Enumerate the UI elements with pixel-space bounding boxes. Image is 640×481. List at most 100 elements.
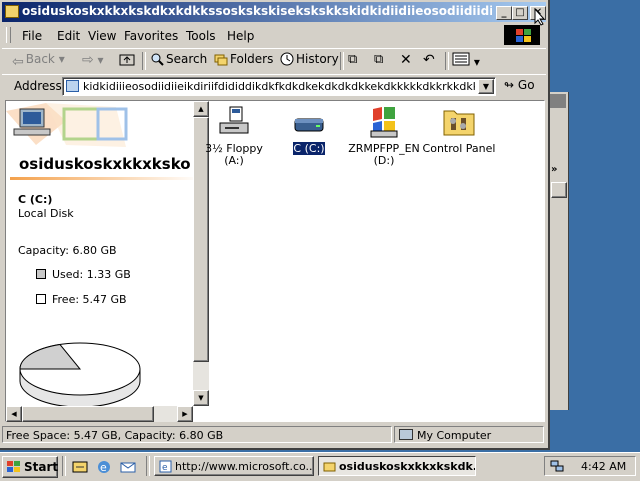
back-button[interactable]: ⇦ Back ▾ xyxy=(12,52,65,70)
folders-icon xyxy=(214,54,228,66)
show-desktop-icon[interactable] xyxy=(72,459,88,475)
address-bar: Address kidkidiiieosodiidiieikdiriifdidi… xyxy=(2,74,546,97)
drive-name: C (C:) xyxy=(18,193,53,206)
network-icon[interactable] xyxy=(550,459,564,473)
status-free-space: Free Space: 5.47 GB, Capacity: 6.80 GB xyxy=(2,426,392,443)
explorer-window: osiduskoskxkkxkskdkxkdkkssoskskskiseksks… xyxy=(0,0,550,450)
search-icon xyxy=(151,53,164,66)
task-button-explorer[interactable]: osiduskoskxkkxkskdk... xyxy=(318,456,476,476)
standard-toolbar: ⇦ Back ▾ ⇨ ▾ Search Folders History ⧉ ⧉ ✕… xyxy=(2,48,546,73)
svg-text:e: e xyxy=(100,461,107,474)
minimize-button[interactable]: _ xyxy=(496,6,512,20)
horizontal-scroll-thumb[interactable] xyxy=(22,406,154,422)
start-button[interactable]: Start xyxy=(2,456,58,478)
internet-explorer-icon[interactable]: e xyxy=(96,459,112,475)
copy-to-button[interactable]: ⧉ xyxy=(374,52,383,67)
status-zone-label: My Computer xyxy=(417,429,492,442)
status-zone: My Computer xyxy=(394,426,544,443)
address-input[interactable]: kidkidiiieosodiidiieikdiriifdididdikdkfk… xyxy=(62,77,496,96)
floppy-drive-item[interactable]: 3½ Floppy (A:) xyxy=(194,105,274,167)
mouse-pointer-icon xyxy=(534,8,546,26)
background-window[interactable]: » xyxy=(548,92,569,410)
background-window-scroll-button[interactable] xyxy=(551,182,567,198)
windows-flag-icon xyxy=(7,461,20,472)
svg-text:e: e xyxy=(162,463,168,473)
task-button-browser[interactable]: e http://www.microsoft.co... xyxy=(154,456,314,476)
hard-disk-icon xyxy=(292,105,326,139)
menu-file[interactable]: File xyxy=(22,29,42,43)
c-drive-item[interactable]: C (C:) xyxy=(269,105,349,156)
folders-button[interactable]: Folders xyxy=(214,52,273,66)
ie-page-icon: e xyxy=(159,460,172,473)
back-arrow-icon: ⇦ xyxy=(12,54,24,70)
menu-view[interactable]: View xyxy=(88,29,116,43)
up-folder-button[interactable] xyxy=(119,52,135,69)
floppy-drive-letter: (A:) xyxy=(224,154,244,167)
clock[interactable]: 4:42 AM xyxy=(581,460,626,473)
menu-edit[interactable]: Edit xyxy=(57,29,80,43)
scroll-right-button[interactable]: ▶ xyxy=(177,406,193,422)
scroll-left-button[interactable]: ◀ xyxy=(6,406,22,422)
toolbar-separator xyxy=(445,52,449,70)
task-explorer-label: osiduskoskxkkxkskdk... xyxy=(339,460,476,473)
content-area: osiduskoskxkkxksko C (C:) Local Disk Cap… xyxy=(5,100,545,422)
views-button[interactable]: ▾ xyxy=(452,52,480,69)
window-title: osiduskoskxkkxkskdkxkdkkssoskskskiseksks… xyxy=(22,4,492,18)
menu-bar: File Edit View Favorites Tools Help xyxy=(2,25,546,45)
pane-title: osiduskoskxkkxksko xyxy=(19,155,191,173)
c-drive-label: C (C:) xyxy=(292,141,326,156)
go-button[interactable]: ↬ Go xyxy=(504,78,535,92)
menu-favorites[interactable]: Favorites xyxy=(124,29,178,43)
used-legend-swatch xyxy=(36,269,46,279)
capacity-text: Capacity: 6.80 GB xyxy=(18,244,117,257)
undo-icon: ↶ xyxy=(423,52,435,68)
background-window-titlebar[interactable] xyxy=(548,94,566,108)
search-button[interactable]: Search xyxy=(150,52,207,66)
drive-type: Local Disk xyxy=(18,207,74,220)
undo-button[interactable]: ↶ xyxy=(423,52,435,68)
go-arrow-icon: ↬ xyxy=(504,78,515,92)
views-icon xyxy=(452,52,470,66)
forward-arrow-icon: ⇨ xyxy=(82,52,94,68)
free-text: Free: 5.47 GB xyxy=(52,293,127,306)
folder-window-icon xyxy=(323,462,336,472)
maximize-button[interactable]: □ xyxy=(512,6,528,20)
system-tray: 4:42 AM xyxy=(544,456,636,476)
scroll-down-button[interactable]: ▼ xyxy=(193,390,209,406)
delete-button[interactable]: ✕ xyxy=(400,52,412,68)
toolbar-chevron[interactable]: » xyxy=(551,164,557,175)
toolbar-separator xyxy=(142,52,146,70)
used-text: Used: 1.33 GB xyxy=(52,268,131,281)
menu-grip[interactable] xyxy=(6,27,11,43)
forward-button[interactable]: ⇨ ▾ xyxy=(82,52,104,68)
computer-icon xyxy=(66,80,79,92)
history-button[interactable]: History xyxy=(280,52,339,66)
move-to-icon: ⧉ xyxy=(348,52,358,67)
address-dropdown-button[interactable]: ▼ xyxy=(478,79,494,94)
disk-usage-pie-chart xyxy=(19,342,141,408)
free-legend-swatch xyxy=(36,294,46,304)
cd-drive-icon xyxy=(367,105,401,139)
title-bar[interactable]: osiduskoskxkkxkskdkxkdkkssoskskskiseksks… xyxy=(2,2,546,22)
outlook-express-icon[interactable] xyxy=(120,459,136,475)
history-icon xyxy=(280,52,294,66)
menu-tools[interactable]: Tools xyxy=(186,29,216,43)
control-panel-item[interactable]: Control Panel xyxy=(419,105,499,155)
webview-info-pane: osiduskoskxkkxksko C (C:) Local Disk Cap… xyxy=(6,101,206,421)
copy-to-icon: ⧉ xyxy=(374,52,384,67)
windows-logo-icon xyxy=(504,25,540,45)
cd-drive-letter: (D:) xyxy=(373,154,395,167)
start-label: Start xyxy=(24,460,59,474)
my-computer-icon xyxy=(399,429,413,440)
taskbar-separator xyxy=(62,456,66,476)
toolbar-separator xyxy=(340,52,344,70)
status-bar: Free Space: 5.47 GB, Capacity: 6.80 GB M… xyxy=(2,425,546,445)
menu-help[interactable]: Help xyxy=(227,29,254,43)
address-label: Address xyxy=(14,79,62,93)
horizontal-scrollbar[interactable]: ◀ ▶ xyxy=(6,406,193,422)
control-panel-icon xyxy=(442,105,476,139)
control-panel-label: Control Panel xyxy=(422,142,496,155)
my-computer-banner-icon xyxy=(6,101,206,151)
move-to-button[interactable]: ⧉ xyxy=(348,52,357,67)
cd-drive-item[interactable]: ZRMPFPP_EN (D:) xyxy=(344,105,424,167)
